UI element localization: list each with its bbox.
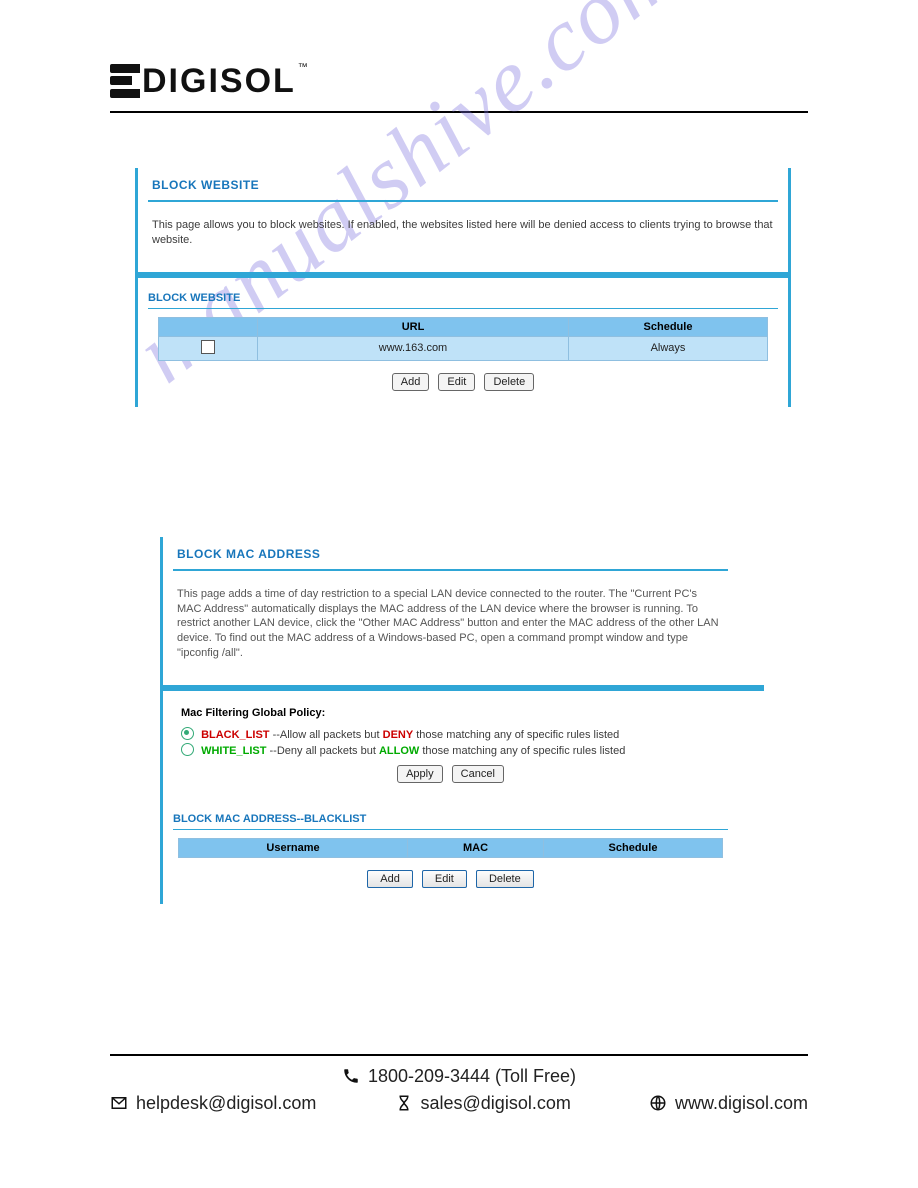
col-mac-schedule: Schedule xyxy=(544,839,722,857)
top-divider xyxy=(110,111,808,113)
hourglass-icon xyxy=(395,1094,413,1112)
row-schedule: Always xyxy=(569,337,767,360)
footer-phone: 1800-209-3444 (Toll Free) xyxy=(368,1066,576,1087)
black-list-option[interactable]: BLACK_LIST --Allow all packets but DENY … xyxy=(181,727,720,741)
block-website-section-title: BLOCK WEBSITE xyxy=(138,278,788,308)
block-website-panel: BLOCK WEBSITE This page allows you to bl… xyxy=(135,168,791,407)
block-mac-header: BLOCK MAC ADDRESS xyxy=(163,537,738,569)
brand-logo: DIGISOL™ xyxy=(0,0,918,101)
globe-icon xyxy=(649,1094,667,1112)
row-checkbox[interactable] xyxy=(201,340,215,354)
footer-web: www.digisol.com xyxy=(675,1093,808,1114)
footer-sales: sales@digisol.com xyxy=(421,1093,571,1114)
apply-button[interactable]: Apply xyxy=(397,765,443,783)
table-row: www.163.com Always xyxy=(159,337,767,360)
col-schedule: Schedule xyxy=(569,318,767,336)
mac-policy-title: Mac Filtering Global Policy: xyxy=(181,697,720,725)
footer-helpdesk: helpdesk@digisol.com xyxy=(136,1093,316,1114)
mac-add-button[interactable]: Add xyxy=(367,870,413,888)
radio-whitelist[interactable] xyxy=(181,743,194,756)
cancel-button[interactable]: Cancel xyxy=(452,765,504,783)
block-mac-section-title: BLOCK MAC ADDRESS--BLACKLIST xyxy=(163,799,738,829)
mac-delete-button[interactable]: Delete xyxy=(476,870,534,888)
white-list-option[interactable]: WHITE_LIST --Deny all packets but ALLOW … xyxy=(181,743,720,757)
block-website-table: URL Schedule www.163.com Always xyxy=(158,317,768,361)
block-website-description: This page allows you to block websites. … xyxy=(138,202,788,272)
col-mac: MAC xyxy=(408,839,543,857)
bottom-divider xyxy=(110,1054,808,1056)
block-mac-description: This page adds a time of day restriction… xyxy=(163,571,738,685)
phone-icon xyxy=(342,1067,360,1085)
mail-icon xyxy=(110,1094,128,1112)
mac-edit-button[interactable]: Edit xyxy=(422,870,467,888)
edit-button[interactable]: Edit xyxy=(438,373,475,391)
delete-button[interactable]: Delete xyxy=(484,373,534,391)
add-button[interactable]: Add xyxy=(392,373,430,391)
footer: 1800-209-3444 (Toll Free) helpdesk@digis… xyxy=(110,1062,808,1116)
block-mac-table: Username MAC Schedule xyxy=(178,838,723,858)
block-mac-panel: BLOCK MAC ADDRESS This page adds a time … xyxy=(160,537,764,904)
row-url: www.163.com xyxy=(258,337,568,360)
brand-text: DIGISOL xyxy=(142,62,296,100)
col-url: URL xyxy=(258,318,568,336)
radio-blacklist[interactable] xyxy=(181,727,194,740)
block-website-header: BLOCK WEBSITE xyxy=(138,168,788,200)
col-username: Username xyxy=(179,839,407,857)
